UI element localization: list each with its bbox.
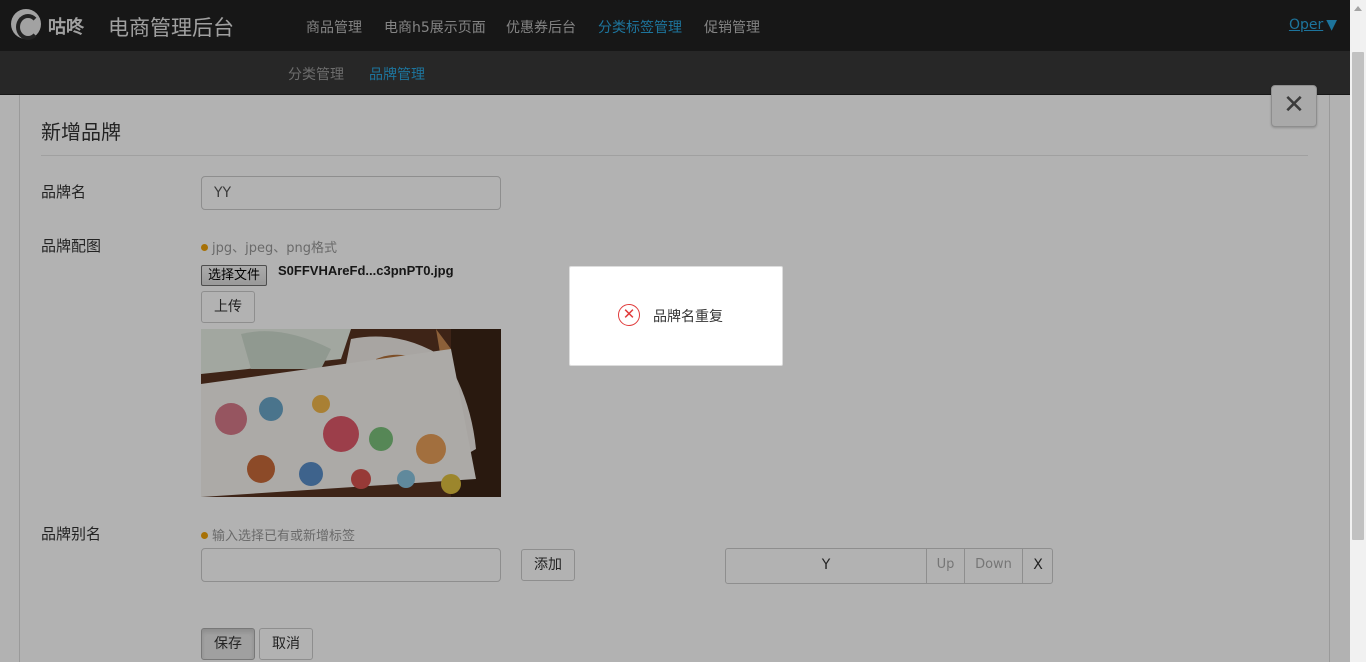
page: 咕咚 电商管理后台 商品管理 电商h5展示页面 优惠券后台 分类标签管理 促销管… xyxy=(0,0,1366,662)
page-scrollbar[interactable] xyxy=(1350,0,1366,662)
error-toast: ✕ 品牌名重复 xyxy=(569,266,783,366)
toast-message: 品牌名重复 xyxy=(653,309,723,325)
scrollbar-thumb[interactable] xyxy=(1352,52,1364,540)
scroll-up-arrow-icon[interactable] xyxy=(1350,0,1366,16)
error-circle-icon: ✕ xyxy=(618,304,640,326)
